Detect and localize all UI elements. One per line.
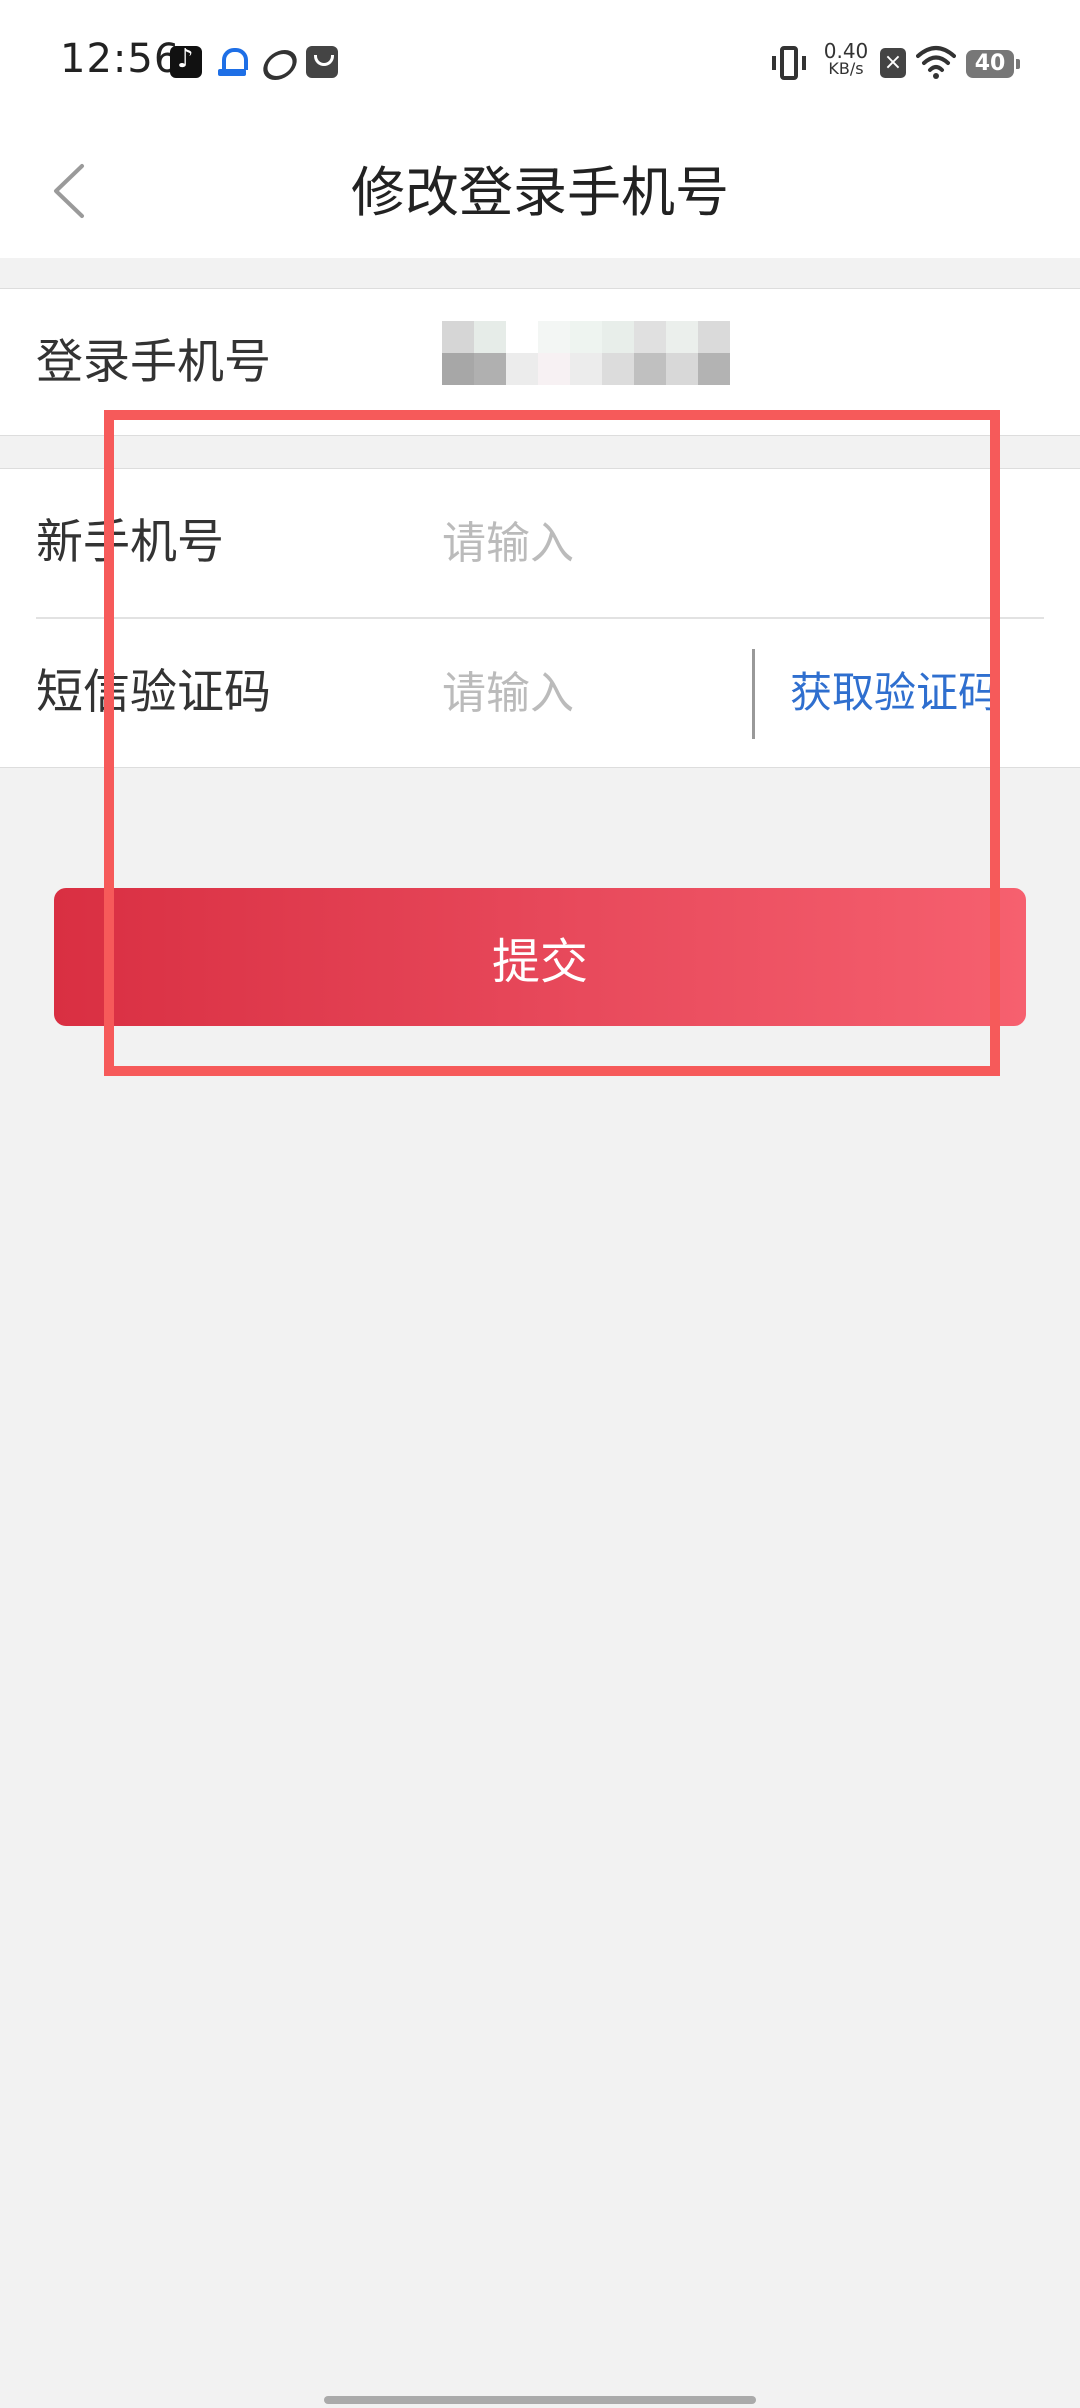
nav-bar: 修改登录手机号 xyxy=(0,128,1080,258)
sms-code-label: 短信验证码 xyxy=(36,665,271,720)
code-separator xyxy=(752,649,755,739)
submit-button[interactable]: 提交 xyxy=(54,888,1026,1026)
network-speed: 0.40 KB/s xyxy=(820,39,872,78)
wifi-icon xyxy=(916,46,956,79)
app-icon xyxy=(262,46,294,78)
new-phone-row: 新手机号 xyxy=(0,469,1080,617)
new-phone-label: 新手机号 xyxy=(36,515,224,570)
get-code-button[interactable]: 获取验证码 xyxy=(790,619,1000,767)
close-icon: × xyxy=(880,48,906,78)
back-button[interactable] xyxy=(40,156,110,226)
status-time: 12:56 xyxy=(60,36,181,82)
battery-icon: 40 xyxy=(966,50,1020,78)
new-phone-section: 新手机号 短信验证码 获取验证码 xyxy=(0,468,1080,768)
app-icon xyxy=(306,46,338,78)
tiktok-icon xyxy=(170,44,202,78)
current-phone-row: 登录手机号 xyxy=(0,289,1080,437)
vibrate-icon xyxy=(772,46,806,80)
current-phone-value-redacted xyxy=(442,321,730,385)
network-speed-value: 0.40 xyxy=(823,39,869,63)
chevron-left-icon xyxy=(54,164,84,218)
status-bar: 12:56 0.40 KB/s × 40 xyxy=(0,0,1080,128)
current-phone-label: 登录手机号 xyxy=(36,335,271,390)
sms-code-input[interactable] xyxy=(442,663,742,723)
app-icon xyxy=(216,46,248,78)
new-phone-input[interactable] xyxy=(442,513,742,573)
current-phone-section: 登录手机号 xyxy=(0,288,1080,436)
home-indicator[interactable] xyxy=(324,2396,756,2404)
page-title: 修改登录手机号 xyxy=(351,161,729,224)
